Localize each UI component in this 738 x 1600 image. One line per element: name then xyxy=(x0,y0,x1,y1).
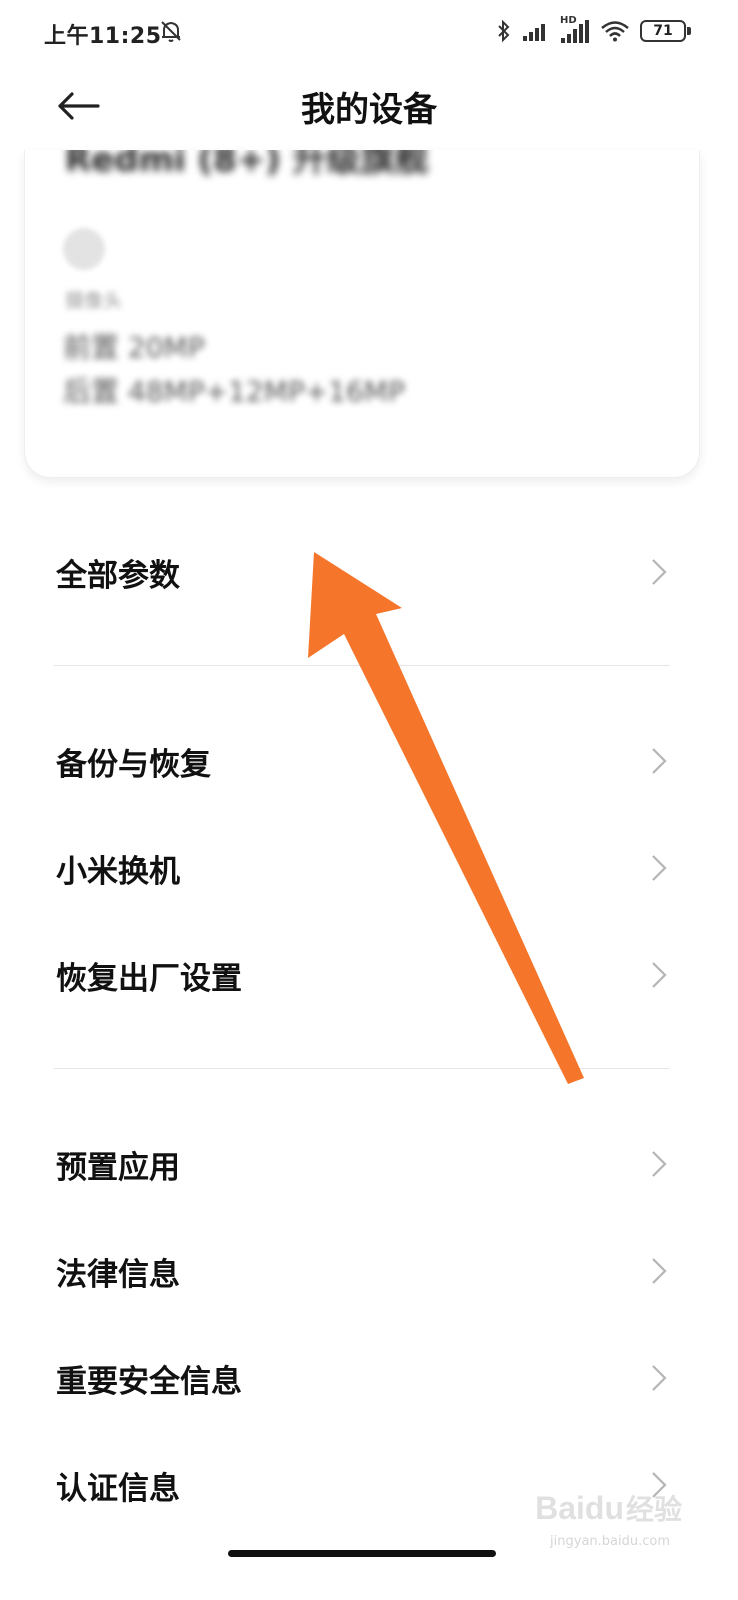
chevron-right-icon xyxy=(652,559,667,585)
list-item-legal-info[interactable]: 法律信息 xyxy=(0,1221,738,1321)
list-item-factory-reset[interactable]: 恢复出厂设置 xyxy=(0,925,738,1025)
chevron-right-icon xyxy=(652,855,667,881)
list-item-label: 小米换机 xyxy=(56,853,180,890)
device-info-card: Redmi (8+) 升级旗舰 摄像头 前置 20MP 后置 48MP+12MP… xyxy=(24,150,700,478)
battery-icon: 71 xyxy=(640,20,691,42)
chevron-right-icon xyxy=(652,748,667,774)
list-item-safety-info[interactable]: 重要安全信息 xyxy=(0,1328,738,1428)
status-time: 上午11:25 xyxy=(44,24,162,49)
mute-bell-icon xyxy=(161,21,181,42)
list-item-label: 全部参数 xyxy=(56,557,180,594)
camera-label: 摄像头 xyxy=(65,290,123,312)
divider xyxy=(54,1068,670,1069)
chevron-right-icon xyxy=(652,962,667,988)
bluetooth-icon xyxy=(498,19,510,43)
chevron-right-icon xyxy=(652,1151,667,1177)
watermark-url: jingyan.baidu.com xyxy=(550,1534,670,1549)
list-item-label: 认证信息 xyxy=(56,1470,180,1507)
list-item-label: 备份与恢复 xyxy=(56,746,211,783)
wifi-icon xyxy=(601,21,629,42)
list-item-label: 法律信息 xyxy=(56,1256,180,1293)
list-item-label: 恢复出厂设置 xyxy=(56,960,242,997)
device-name: Redmi (8+) 升级旗舰 xyxy=(65,150,429,180)
home-indicator[interactable] xyxy=(228,1550,496,1557)
camera-icon xyxy=(63,228,105,270)
page-title: 我的设备 xyxy=(301,90,437,130)
list-item-mi-mover[interactable]: 小米换机 xyxy=(0,818,738,918)
list-item-label: 重要安全信息 xyxy=(56,1363,242,1400)
front-camera-spec: 前置 20MP xyxy=(63,331,205,364)
hd-signal-icon: HD xyxy=(560,15,590,44)
status-icons: HD 71 xyxy=(496,15,691,46)
status-bar: 上午11:25 HD 71 xyxy=(0,0,738,62)
rear-camera-spec: 后置 48MP+12MP+16MP xyxy=(63,375,405,408)
header: 我的设备 xyxy=(0,62,738,152)
list-item-all-params[interactable]: 全部参数 xyxy=(0,522,738,622)
watermark-product: 经验 xyxy=(625,1493,682,1526)
watermark-brand: Baidu xyxy=(535,1489,624,1526)
list-item-preinstalled-apps[interactable]: 预置应用 xyxy=(0,1114,738,1214)
signal-icon xyxy=(523,24,545,41)
divider xyxy=(54,665,670,666)
chevron-right-icon xyxy=(652,1258,667,1284)
list-item-label: 预置应用 xyxy=(56,1149,180,1186)
chevron-right-icon xyxy=(652,1365,667,1391)
battery-level: 71 xyxy=(653,23,673,39)
list-item-backup-restore[interactable]: 备份与恢复 xyxy=(0,711,738,811)
baidu-watermark: Baidu 经验 xyxy=(535,1488,682,1528)
